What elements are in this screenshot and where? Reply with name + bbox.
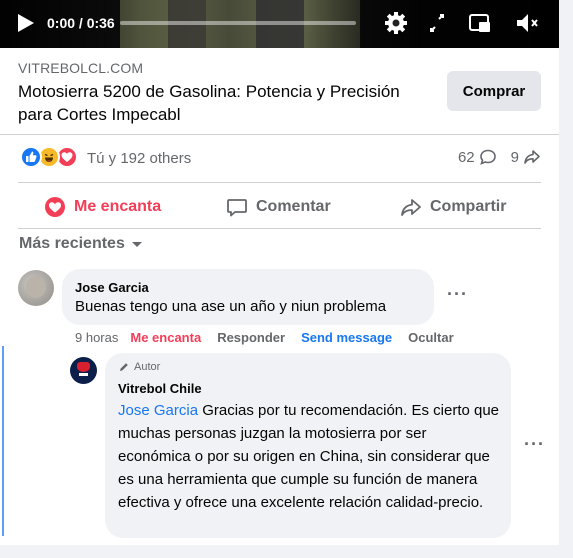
comment-author[interactable]: Jose Garcia (75, 280, 149, 295)
comments-sort-label: Más recientes (19, 235, 125, 252)
comment-meta: 9 horas Me encanta Responder Send messag… (75, 330, 470, 345)
comment-icon (227, 199, 247, 217)
avatar[interactable] (70, 357, 97, 384)
reactions-summary[interactable]: Tú y 192 others (87, 150, 191, 167)
video-progress-bar[interactable] (120, 21, 356, 25)
mention-link[interactable]: Jose Garcia (118, 402, 198, 419)
reply-text: Jose Garcia Gracias por tu recomendación… (118, 399, 503, 514)
avatar-photo (26, 276, 46, 298)
video-time: 0:00 / 0:36 (47, 15, 115, 31)
reply-author[interactable]: Vitrebol Chile (118, 381, 202, 396)
sponsor-domain[interactable]: VITREBOLCL.COM (18, 60, 143, 76)
love-reaction-button[interactable]: Me encanta (44, 192, 161, 222)
comment-reaction-button[interactable]: Me encanta (130, 330, 201, 345)
pencil-icon (120, 363, 128, 371)
author-badge: Autor (118, 361, 160, 373)
hide-button[interactable]: Ocultar (408, 330, 454, 345)
author-badge-label: Autor (134, 361, 161, 373)
video-player[interactable]: 0:00 / 0:36 (0, 0, 559, 48)
shares-count[interactable]: 9 (511, 149, 519, 166)
share-icon (524, 150, 540, 164)
share-icon (401, 199, 421, 216)
engagement-counts: 62 9 (458, 148, 541, 166)
reply-thread-line (2, 346, 4, 536)
logo-mark (77, 362, 90, 372)
avatar[interactable] (18, 270, 54, 306)
comments-count[interactable]: 62 (458, 149, 475, 166)
like-icon (20, 146, 42, 168)
ad-title[interactable]: Motosierra 5200 de Gasolina: Potencia y … (18, 80, 428, 126)
divider (18, 228, 541, 229)
share-button[interactable]: Compartir (400, 192, 506, 222)
more-options-icon[interactable]: ··· (524, 434, 545, 455)
love-icon (45, 197, 65, 217)
comments-sort-dropdown[interactable]: Más recientes (19, 235, 143, 253)
divider (0, 134, 559, 135)
play-icon[interactable] (14, 12, 36, 34)
comment-bubble: Jose Garcia Buenas tengo una ase un año … (62, 269, 434, 325)
send-message-link[interactable]: Send message (301, 330, 392, 345)
chevron-down-icon (131, 242, 142, 247)
miniplayer-icon[interactable] (467, 10, 493, 36)
settings-icon[interactable] (383, 10, 409, 36)
muted-icon[interactable] (514, 10, 540, 36)
comment-text: Buenas tengo una ase un año y niun probl… (75, 298, 387, 315)
comment-label: Comentar (256, 198, 331, 215)
divider (18, 182, 541, 183)
reply-bubble: Autor Vitrebol Chile Jose Garcia Gracias… (105, 353, 511, 538)
fullscreen-icon[interactable] (424, 10, 450, 36)
love-reaction-label: Me encanta (74, 198, 162, 215)
post-card: 0:00 / 0:36 VITREBOLCL.COM Motosierra 52… (0, 0, 559, 545)
share-label: Compartir (430, 198, 507, 215)
comment-button[interactable]: Comentar (226, 192, 331, 222)
comment-icon (479, 149, 496, 165)
buy-button[interactable]: Comprar (447, 71, 541, 111)
logo-mark (79, 373, 88, 376)
more-options-icon[interactable]: ··· (447, 284, 468, 305)
reply-button[interactable]: Responder (217, 330, 285, 345)
comment-time[interactable]: 9 horas (75, 330, 118, 345)
